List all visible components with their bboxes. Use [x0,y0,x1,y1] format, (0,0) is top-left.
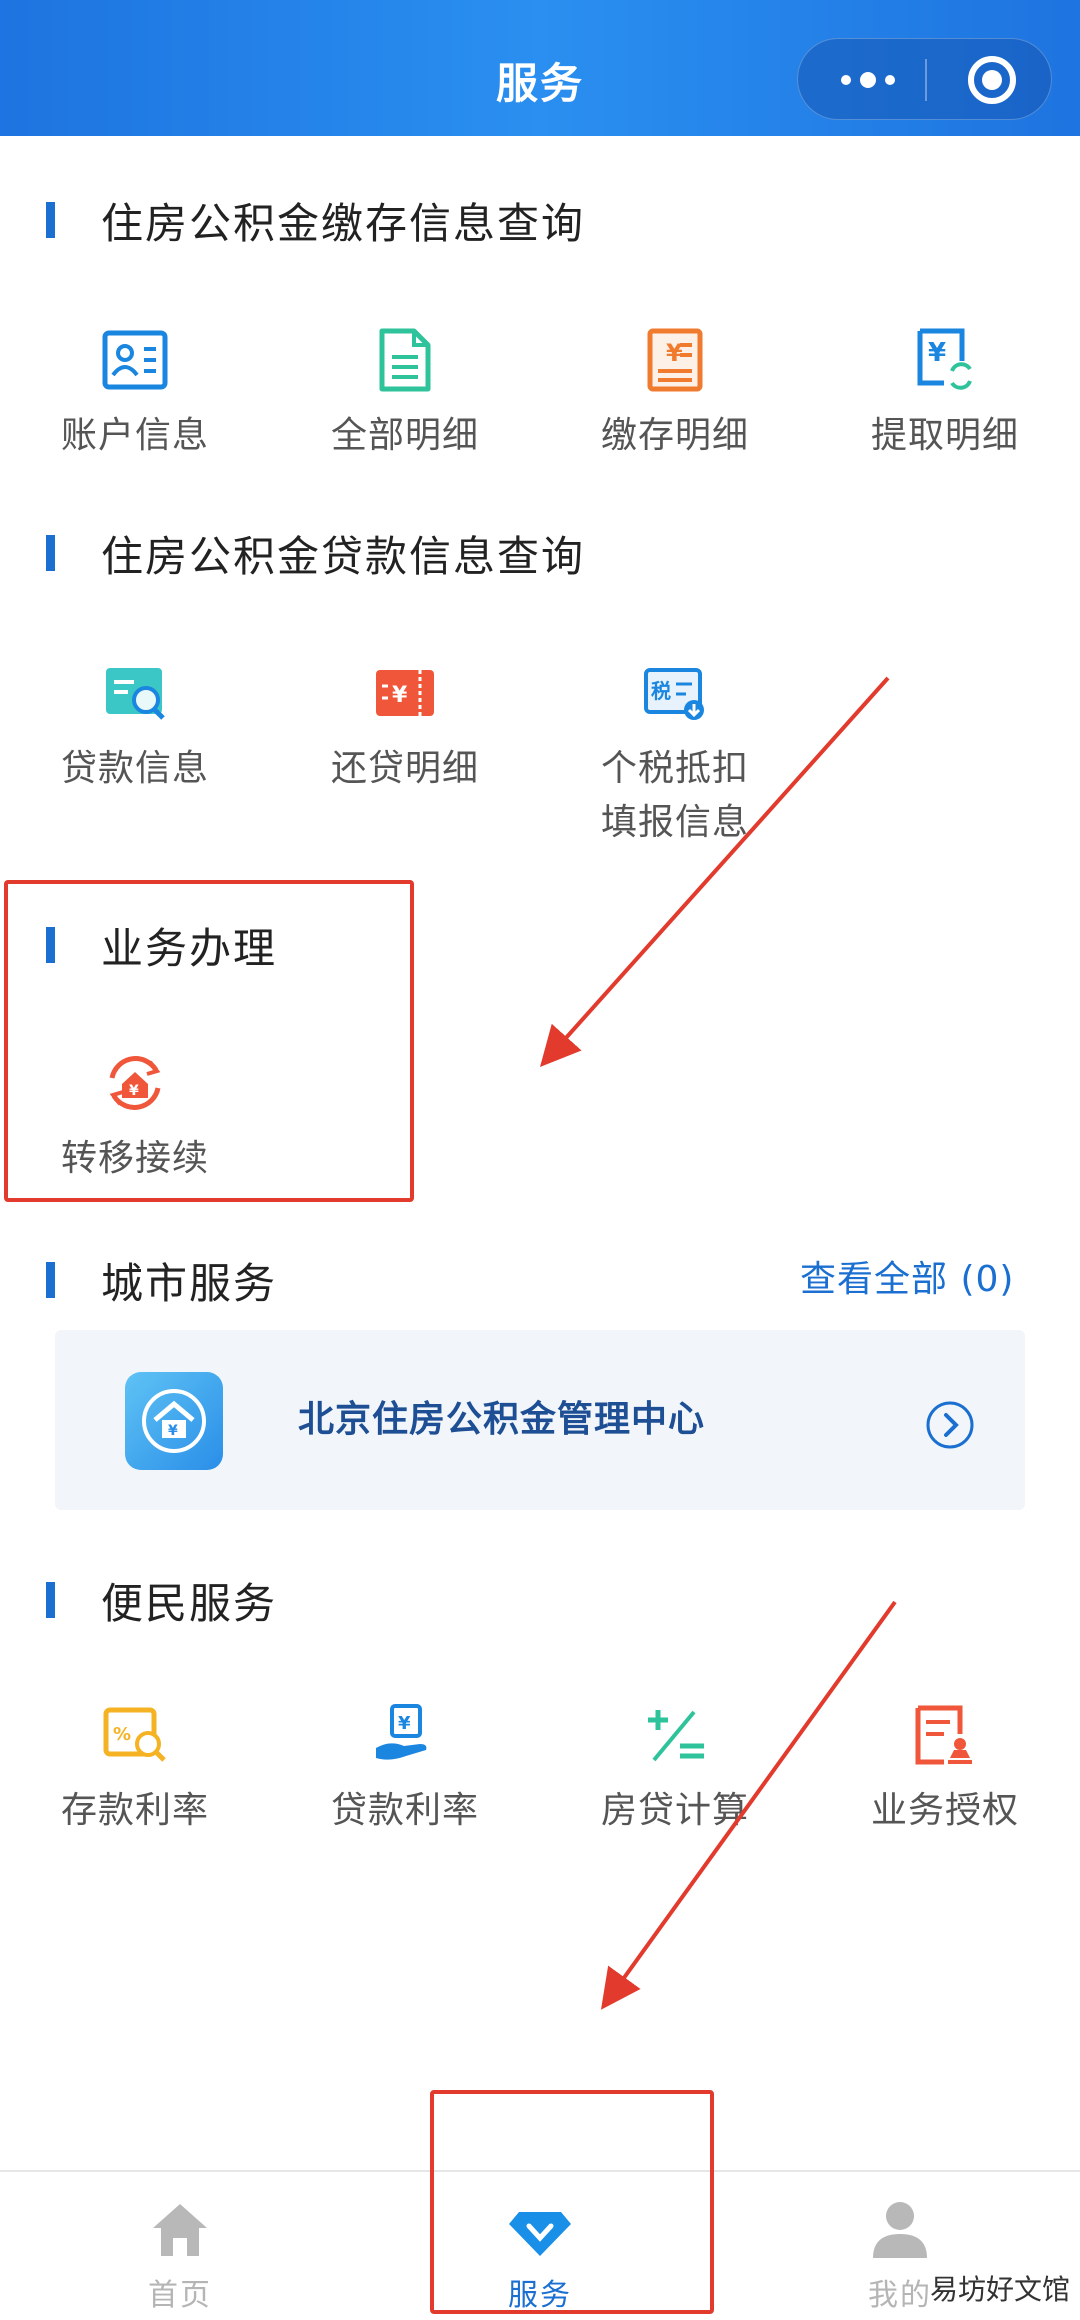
annotation-arrow [600,1600,897,2010]
annotation-arrows [539,676,897,2010]
annotation-arrow [539,676,890,1067]
